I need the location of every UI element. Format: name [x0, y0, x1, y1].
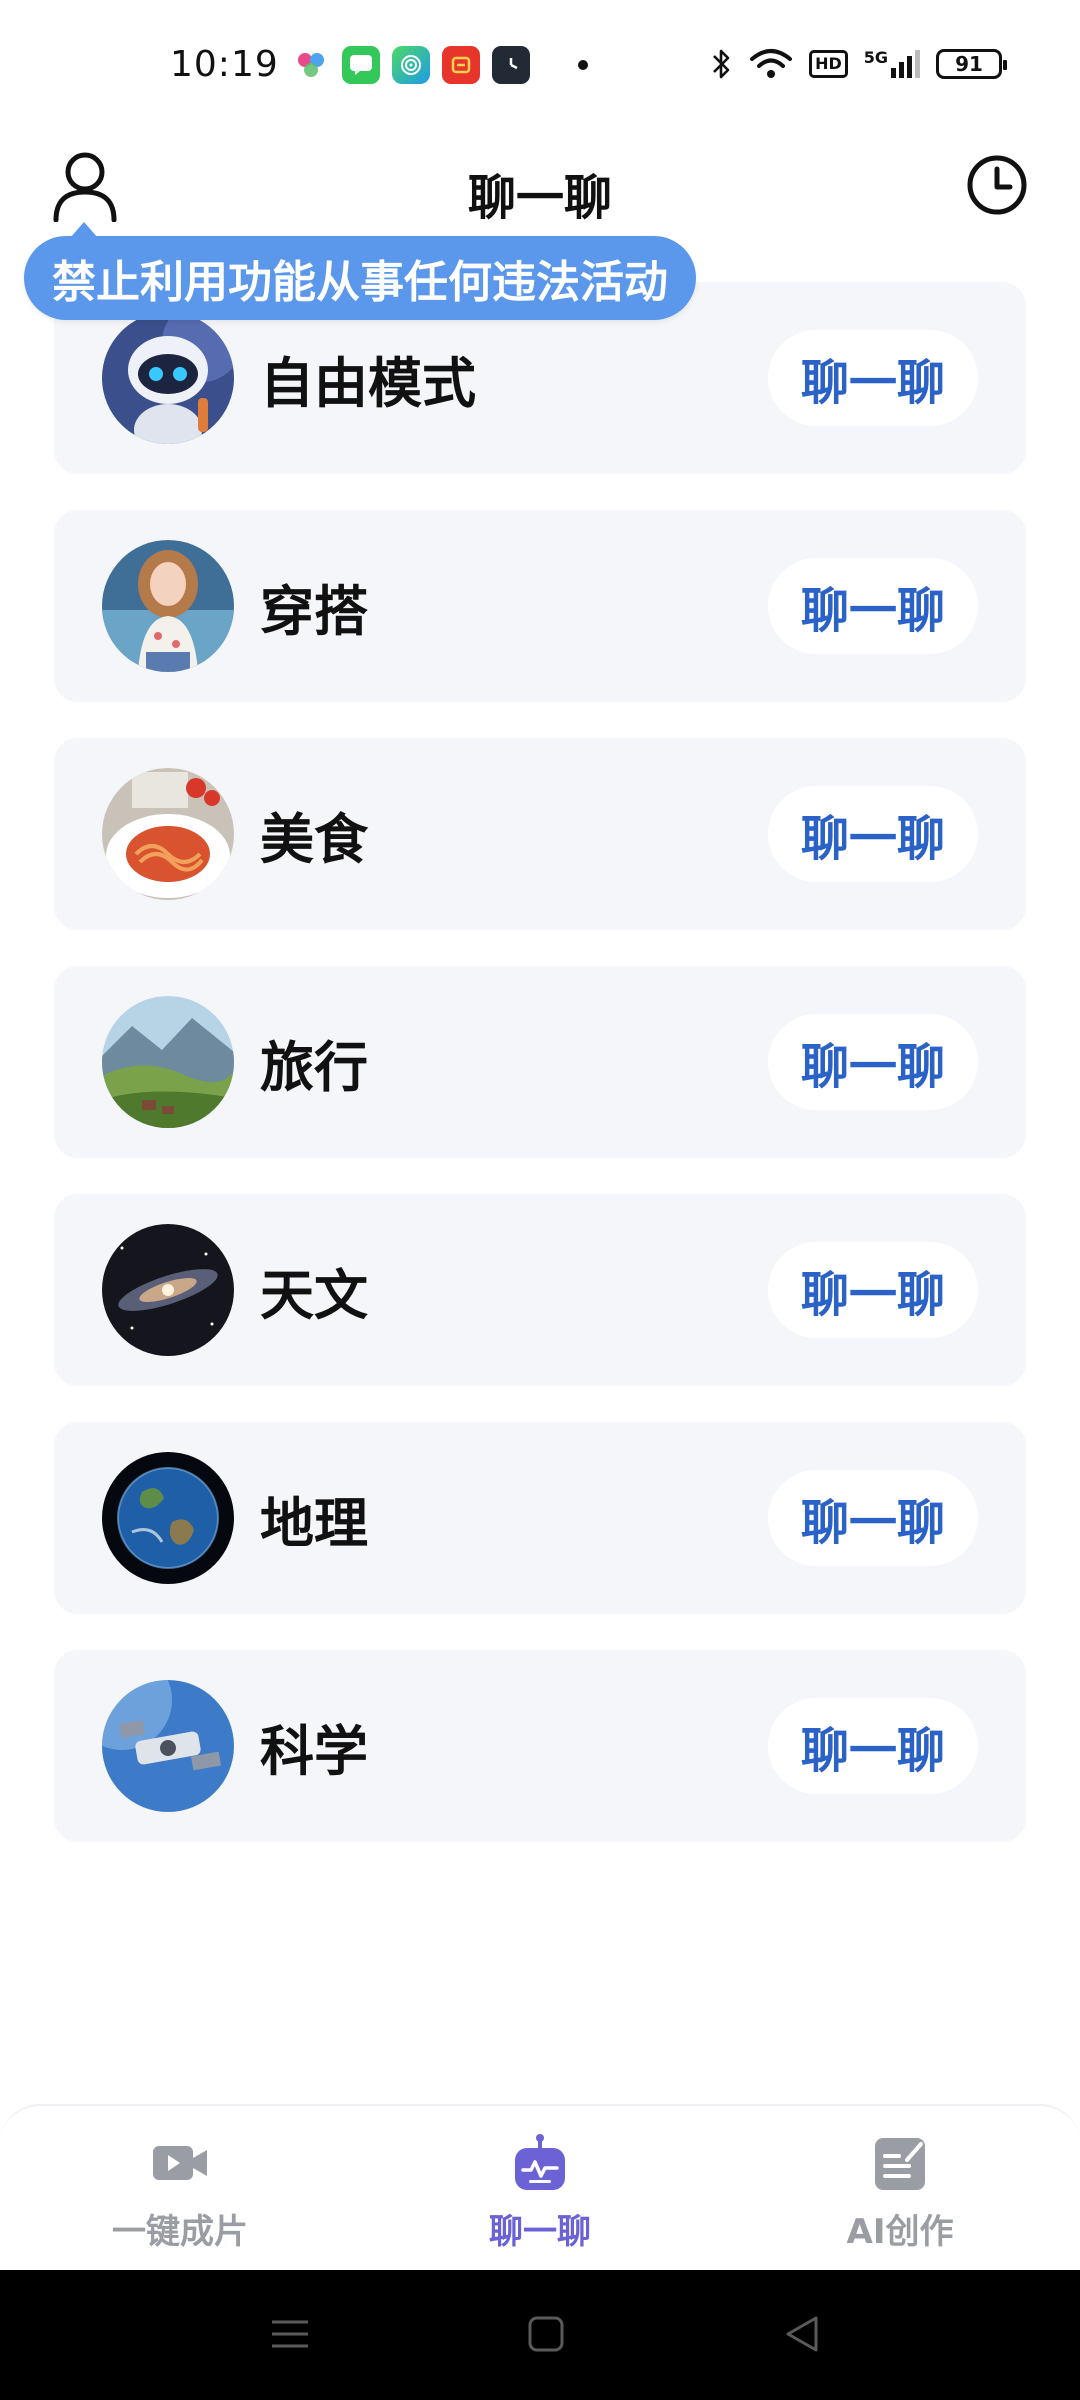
tab-chat[interactable]: 聊一聊 [360, 2106, 720, 2270]
item-label: 科学 [260, 1719, 368, 1783]
warning-tooltip: 禁止利用功能从事任何违法活动 [24, 222, 696, 320]
more-notifications-dot [578, 60, 588, 70]
tab-label: 聊一聊 [489, 2212, 591, 2252]
video-icon [153, 2146, 207, 2180]
chat-button[interactable]: 聊一聊 [768, 1242, 978, 1338]
category-list: 自由模式 聊一聊 穿搭 聊一聊 美食 聊一聊 旅行 聊一聊 天文 聊一聊 地理 … [54, 282, 1026, 1878]
status-time: 10:19 [170, 44, 279, 85]
fashion-avatar [102, 540, 234, 672]
item-label: 穿搭 [260, 579, 368, 643]
app-logo-icon [292, 46, 330, 84]
tab-ai-create[interactable]: AI创作 [720, 2106, 1080, 2270]
item-label: 地理 [260, 1491, 368, 1555]
list-item-geography[interactable]: 地理 聊一聊 [54, 1422, 1026, 1614]
notification-icons [292, 46, 588, 84]
signal-icon: 5G [864, 50, 920, 78]
app-header: 聊一聊 [0, 140, 1080, 250]
chat-button[interactable]: 聊一聊 [768, 330, 978, 426]
tab-one-click-video[interactable]: 一键成片 [0, 2106, 360, 2270]
system-icons: HD 5G 91 [709, 46, 1007, 82]
home-icon[interactable] [524, 2312, 568, 2356]
list-item-science[interactable]: 科学 聊一聊 [54, 1650, 1026, 1842]
chat-button[interactable]: 聊一聊 [768, 558, 978, 654]
history-icon[interactable] [966, 154, 1028, 216]
robot-avatar [102, 312, 234, 444]
battery-icon: 91 [936, 49, 1007, 79]
system-nav-bar [0, 2270, 1080, 2400]
astronomy-avatar [102, 1224, 234, 1356]
back-icon[interactable] [780, 2312, 824, 2356]
tab-label: AI创作 [846, 2212, 954, 2252]
page-title: 聊一聊 [467, 170, 612, 226]
travel-avatar [102, 996, 234, 1128]
status-bar: 10:19 HD 5G 91 [0, 0, 1080, 136]
chat-button[interactable]: 聊一聊 [768, 1698, 978, 1794]
chat-button[interactable]: 聊一聊 [768, 1470, 978, 1566]
food-avatar [102, 768, 234, 900]
wifi-icon [750, 49, 793, 78]
item-label: 旅行 [260, 1035, 368, 1099]
item-label: 天文 [260, 1263, 368, 1327]
clock-app-icon [492, 46, 530, 84]
geography-avatar [102, 1452, 234, 1584]
bottom-tab-bar: 一键成片 聊一聊 AI创作 [0, 2104, 1080, 2270]
list-item-travel[interactable]: 旅行 聊一聊 [54, 966, 1026, 1158]
hd-icon: HD [809, 50, 848, 78]
item-label: 美食 [260, 807, 368, 871]
science-avatar [102, 1680, 234, 1812]
message-icon [342, 46, 380, 84]
red-app-icon [442, 46, 480, 84]
battery-level: 91 [955, 52, 983, 76]
list-item-astronomy[interactable]: 天文 聊一聊 [54, 1194, 1026, 1386]
list-item-fashion[interactable]: 穿搭 聊一聊 [54, 510, 1026, 702]
chat-button[interactable]: 聊一聊 [768, 786, 978, 882]
bluetooth-icon [713, 49, 730, 79]
edit-note-icon [875, 2138, 925, 2190]
list-item-food[interactable]: 美食 聊一聊 [54, 738, 1026, 930]
robot-icon [515, 2134, 565, 2190]
chat-button[interactable]: 聊一聊 [768, 1014, 978, 1110]
menu-icon[interactable] [268, 2312, 312, 2356]
network-type-label: 5G [863, 48, 888, 67]
tab-label: 一键成片 [112, 2212, 248, 2252]
fingerprint-icon [392, 46, 430, 84]
